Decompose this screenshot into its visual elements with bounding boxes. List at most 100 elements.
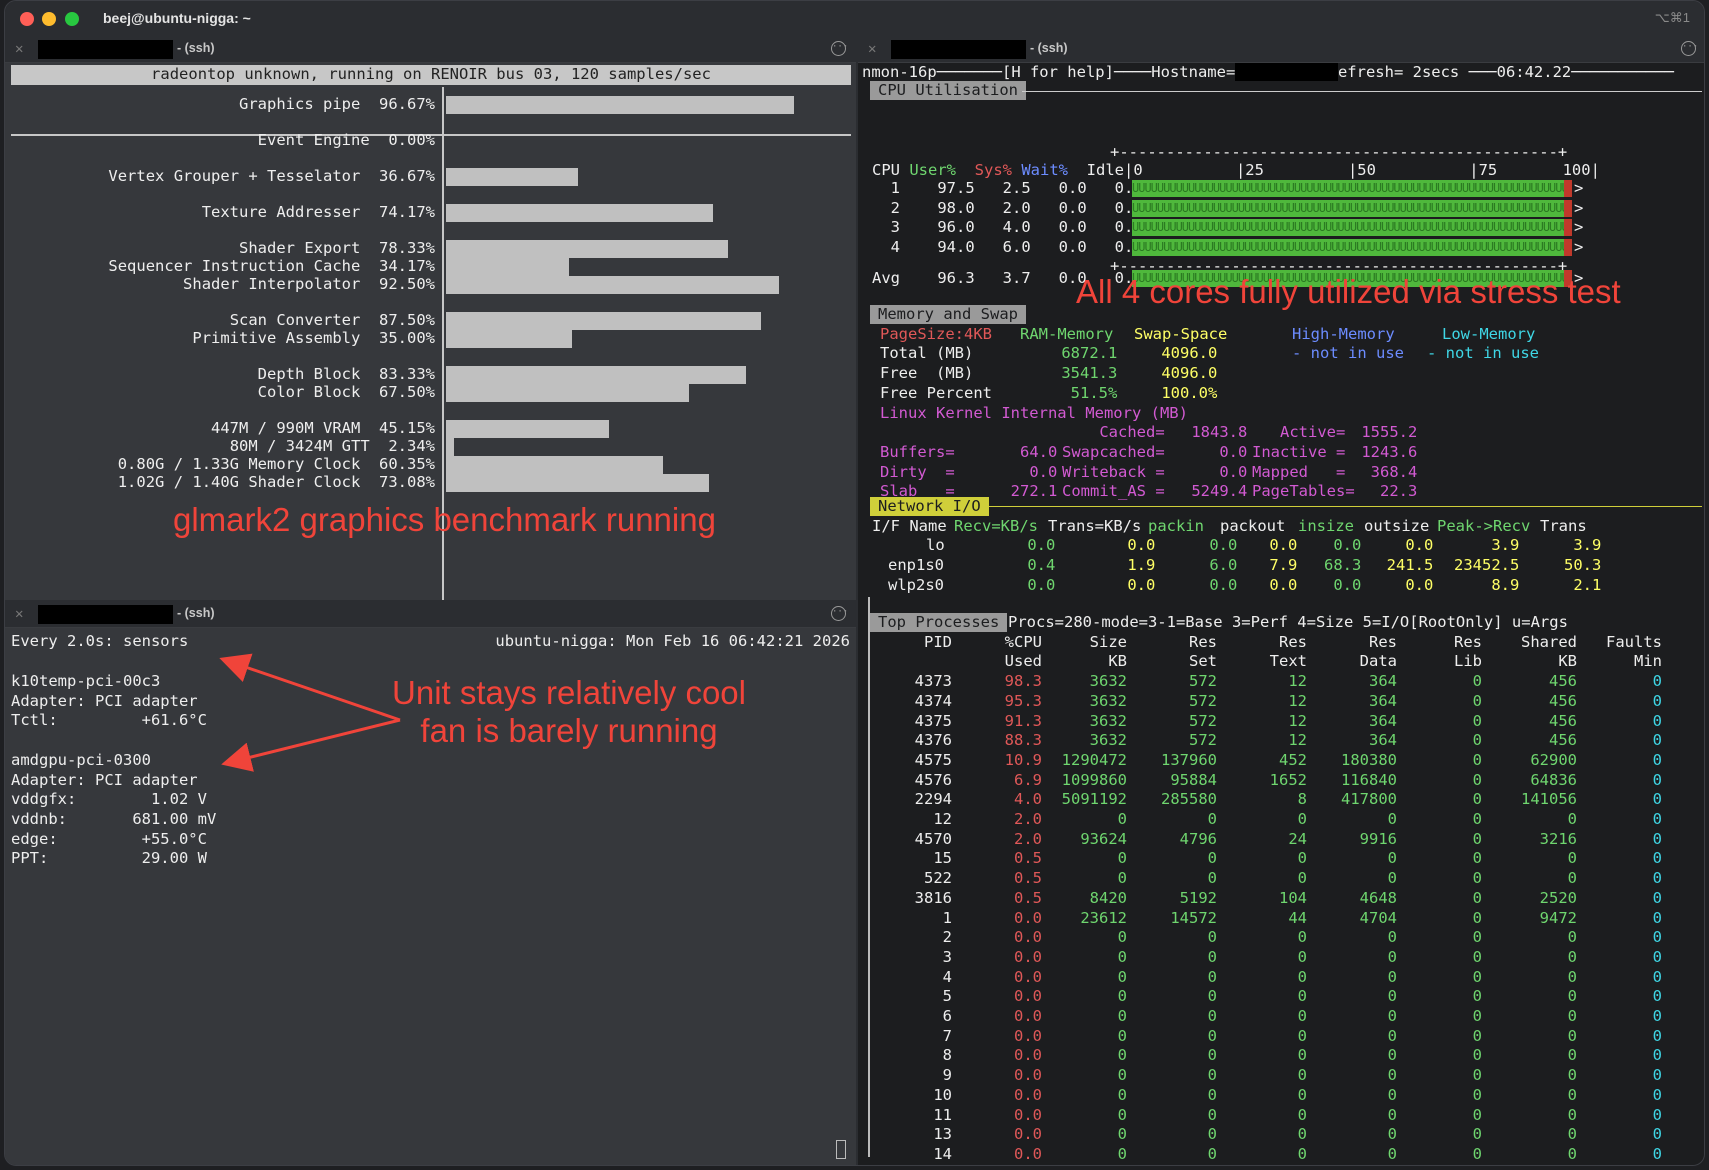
net-header-cell: Trans=KB/s [1048,516,1142,535]
metric-bar [446,276,779,294]
proc-cell: 0 [1652,1046,1662,1065]
radeontop-pane[interactable]: ✕ - (ssh) ··· radeontop unknown, running… [5,37,856,600]
proc-cell: 3632 [1089,672,1127,691]
radeontop-row: Sequencer Instruction Cache 34.17% [5,257,435,277]
proc-cell: 64836 [1530,770,1577,789]
proc-cell: 0 [1207,1066,1217,1085]
cpu-sys: 2.5 [974,179,1031,197]
proc-cell: 0 [1207,869,1217,888]
proc-cell: 0 [1472,888,1482,907]
kernel-key: Buffers= [880,442,955,461]
metric-value: 45.15% [379,419,435,437]
radeontop-row: Primitive Assembly 35.00% [5,329,435,349]
proc-cell: 0 [1472,790,1482,809]
metric-value: 35.00% [379,329,435,347]
minimize-window-button[interactable] [42,12,56,26]
proc-cell: KB [1108,652,1127,671]
proc-cell: 0 [1207,928,1217,947]
proc-cell: 62900 [1530,750,1577,769]
proc-cell: 0 [1207,810,1217,828]
metric-bar [446,258,569,276]
metric-bar [446,474,709,492]
maximize-window-button[interactable] [65,12,79,26]
metric-bar [446,420,609,438]
proc-cell: 0 [1652,967,1662,986]
cpu-sys: 2.0 [974,198,1031,217]
metric-value: 73.08% [379,473,435,491]
cpu-usage-bar: UUUUUUUUUUUUUUUUUUUUUUUUUUUUUUUUUUUUUUUU… [1132,239,1572,257]
memory-section-header: Memory and Swap [870,305,1026,324]
proc-cell: 0 [1652,731,1662,750]
low-mem-value: - not in use [1427,344,1539,363]
proc-cell: 0 [1472,829,1482,848]
metric-bar [446,168,578,186]
proc-cell: 1652 [1269,770,1307,789]
proc-cell: 0 [1652,888,1662,907]
metric-bar [446,384,689,402]
proc-cell: 4 [942,967,952,986]
nmon-hostname: Hostname= [1151,63,1236,81]
proc-cell: 0 [1297,967,1307,986]
pane-menu-icon[interactable]: ··· [1681,41,1698,56]
metric-label: 80M / 3424M GTT [229,437,389,455]
pane-menu-icon[interactable]: ··· [831,606,848,621]
proc-cell: 0 [1207,1046,1217,1065]
radeontop-row: 447M / 990M VRAM 45.15% [5,419,435,439]
sensors-pane[interactable]: ✕ - (ssh) ··· Every 2.0s: sensors ubuntu… [5,602,856,1165]
proc-cell: 9472 [1539,908,1577,927]
metric-value: 2.34% [388,437,435,455]
proc-cell: 10.9 [1004,750,1042,769]
proc-cell: 0 [1472,1046,1482,1065]
cpu-row: 1 97.5 2.5 0.0 0.0| [872,179,1152,199]
nmon-pane[interactable]: ✕ - (ssh) ··· nmon-16p───────[H for help… [858,37,1704,1165]
proc-cell: 0 [1567,947,1577,966]
proc-cell: 0 [1207,849,1217,868]
proc-cell: 0 [1387,1007,1397,1025]
net-header-cell: packout [1220,516,1286,535]
pane-menu-icon[interactable]: ··· [831,41,848,56]
proc-cell: 0.0 [1014,908,1042,927]
metric-value: 87.50% [379,311,435,329]
proc-cell: 0 [1472,1007,1482,1025]
proc-cell: 0 [1567,928,1577,947]
proc-cell: 364 [1369,672,1397,691]
cpu-sys: 6.0 [974,238,1031,257]
metric-value: 83.33% [379,365,435,383]
proc-cell: 0.0 [1014,1007,1042,1025]
close-pane-icon[interactable]: ✕ [15,41,23,57]
proc-cell: 3632 [1089,731,1127,750]
proc-cell: 6.9 [1014,770,1042,789]
proc-cell: 0 [1472,869,1482,888]
proc-cell: 0 [1387,1105,1397,1124]
cpu-user: 98.0 [900,198,975,217]
proc-cell: 95884 [1170,770,1217,789]
proc-cell: 0 [1472,750,1482,769]
proc-cell: 0 [1567,849,1577,868]
close-window-button[interactable] [20,12,34,26]
proc-cell: 0.0 [1014,1085,1042,1104]
section-rule [1022,91,1702,92]
sys-col: Sys% [974,161,1022,179]
metric-value: 78.33% [379,239,435,257]
close-pane-icon[interactable]: ✕ [868,41,876,57]
kernel-value: 0.0 [1182,442,1248,461]
net-cell: enp1s0 [888,556,944,575]
proc-cell: Set [1189,652,1217,671]
proc-cell: 0 [1567,1026,1577,1045]
net-header-cell: Recv=KB/s [954,516,1038,535]
proc-cell: KB [1558,652,1577,671]
proc-cell: 0 [1117,1066,1127,1085]
close-pane-icon[interactable]: ✕ [15,606,23,622]
net-cell: 3.9 [1454,536,1520,555]
proc-cell: 0 [1472,908,1482,927]
proc-cell: 0 [1567,987,1577,1006]
proc-cell: 44 [1288,908,1307,927]
proc-cell: 1290472 [1061,750,1127,769]
proc-cell: 0 [1117,849,1127,868]
proc-cell: 0 [1652,1144,1662,1163]
proc-cell: 14 [933,1144,952,1163]
radeontop-row: Depth Block 83.33% [5,365,435,385]
net-cell: 0.0 [1090,575,1156,594]
proc-cell: Lib [1454,652,1482,671]
pane-label: - (ssh) [177,41,215,55]
